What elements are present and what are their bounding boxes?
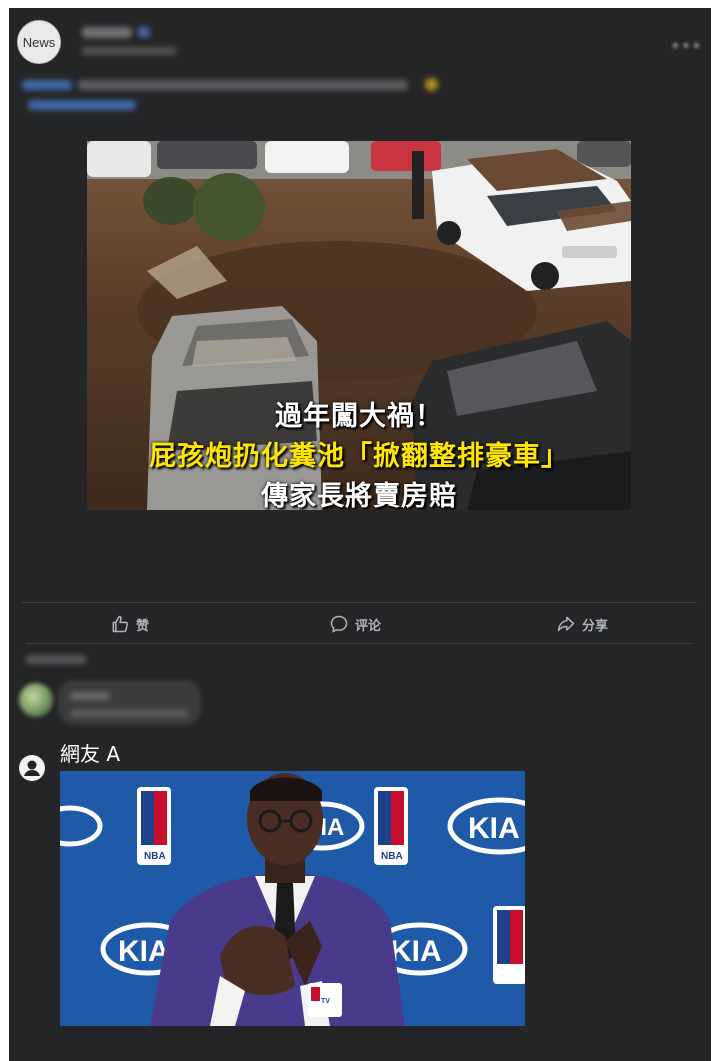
more-options-icon[interactable]: ••• — [670, 36, 702, 57]
share-label: 分享 — [582, 618, 609, 634]
comment-text-redacted — [70, 710, 188, 717]
verified-badge-icon — [138, 26, 150, 38]
like-button[interactable]: 赞 — [110, 612, 149, 636]
comment-bubble-icon — [330, 615, 348, 633]
card-edge-gap — [0, 593, 9, 653]
avatar-label: News — [22, 34, 56, 50]
comment-button[interactable]: 评论 — [329, 612, 381, 636]
kia-text-4: KIA — [390, 935, 442, 968]
comment-bubble-redacted — [58, 680, 201, 725]
comment-sort-redacted[interactable] — [26, 655, 86, 664]
post-timestamp-redacted[interactable] — [82, 47, 177, 55]
thumbs-up-icon — [112, 615, 129, 633]
video-caption-line3: 傳家長將賣房賠 — [261, 481, 457, 510]
like-label: 赞 — [136, 618, 150, 634]
nbatv-text: TV — [321, 998, 330, 1005]
kia-text-3: KIA — [118, 935, 170, 968]
comment-photo[interactable]: KIA KIA KIA KIA NBA NBA TV — [60, 771, 525, 1026]
page-name-redacted[interactable] — [82, 27, 132, 38]
divider-top — [22, 602, 697, 603]
nba-text-2: NBA — [381, 851, 403, 862]
divider-bottom — [26, 643, 693, 644]
commenter-name[interactable]: 網友 A — [60, 738, 120, 767]
commenter-avatar-redacted[interactable] — [19, 683, 53, 717]
share-arrow-icon — [557, 616, 575, 632]
post-text-redacted — [78, 80, 408, 90]
share-button[interactable]: 分享 — [556, 612, 608, 636]
nba-text-1: NBA — [144, 851, 166, 862]
user-avatar-icon — [19, 755, 45, 781]
commenter-name-redacted — [70, 692, 110, 700]
video-caption-line2: 屁孩炮扔化糞池「掀翻整排豪車」 — [149, 441, 569, 472]
post-hashtags-redacted[interactable] — [28, 100, 136, 110]
post-text-redacted-link[interactable] — [22, 80, 72, 90]
video-caption-line1: 過年闖大禍！ — [275, 401, 443, 432]
kia-text-2: KIA — [468, 812, 520, 845]
comment-label: 评论 — [355, 618, 382, 634]
video-thumbnail[interactable]: 過年闖大禍！ 屁孩炮扔化糞池「掀翻整排豪車」 傳家長將賣房賠 — [87, 141, 631, 510]
page-avatar[interactable]: News — [17, 20, 61, 64]
emoji-icon — [425, 78, 438, 91]
